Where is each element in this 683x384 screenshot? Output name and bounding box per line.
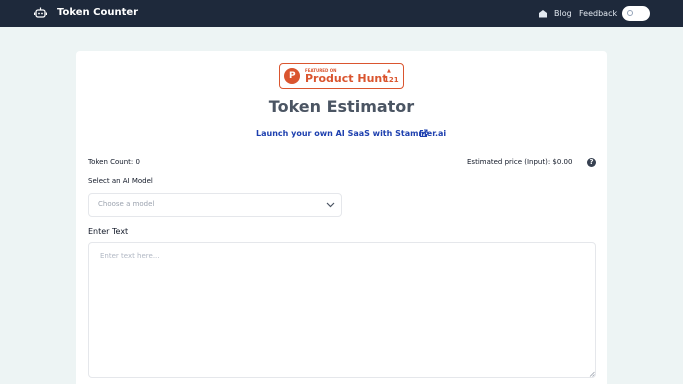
badge-upvote-count: 121 bbox=[384, 76, 399, 84]
external-link-icon[interactable] bbox=[419, 129, 428, 138]
help-icon[interactable]: ? bbox=[587, 158, 596, 167]
estimated-price: Estimated price (Input): $0.00 bbox=[467, 158, 573, 166]
robot-icon[interactable] bbox=[34, 7, 47, 19]
model-select-label: Select an AI Model bbox=[88, 177, 153, 185]
top-navbar: Token Counter Blog Feedback bbox=[0, 0, 683, 27]
blog-icon[interactable] bbox=[538, 9, 548, 18]
toggle-knob-icon bbox=[627, 10, 633, 16]
chevron-down-icon bbox=[326, 202, 335, 208]
product-hunt-logo-letter: P bbox=[289, 71, 296, 81]
text-input-placeholder: Enter text here... bbox=[100, 252, 160, 260]
promo-link[interactable]: Launch your own AI SaaS with Stammer.ai bbox=[256, 129, 446, 139]
app-title[interactable]: Token Counter bbox=[57, 7, 138, 19]
resize-handle-icon[interactable] bbox=[589, 371, 595, 377]
badge-name: Product Hunt bbox=[305, 72, 388, 85]
page-title: Token Estimator bbox=[268, 97, 415, 116]
text-input-area[interactable] bbox=[88, 242, 596, 378]
text-input-label: Enter Text bbox=[88, 227, 129, 236]
feedback-link[interactable]: Feedback bbox=[579, 9, 617, 19]
upvote-arrow-icon: ▲ bbox=[387, 68, 391, 74]
blog-link[interactable]: Blog bbox=[554, 9, 572, 19]
model-select-placeholder: Choose a model bbox=[98, 200, 155, 208]
token-count: Token Count: 0 bbox=[88, 158, 140, 166]
